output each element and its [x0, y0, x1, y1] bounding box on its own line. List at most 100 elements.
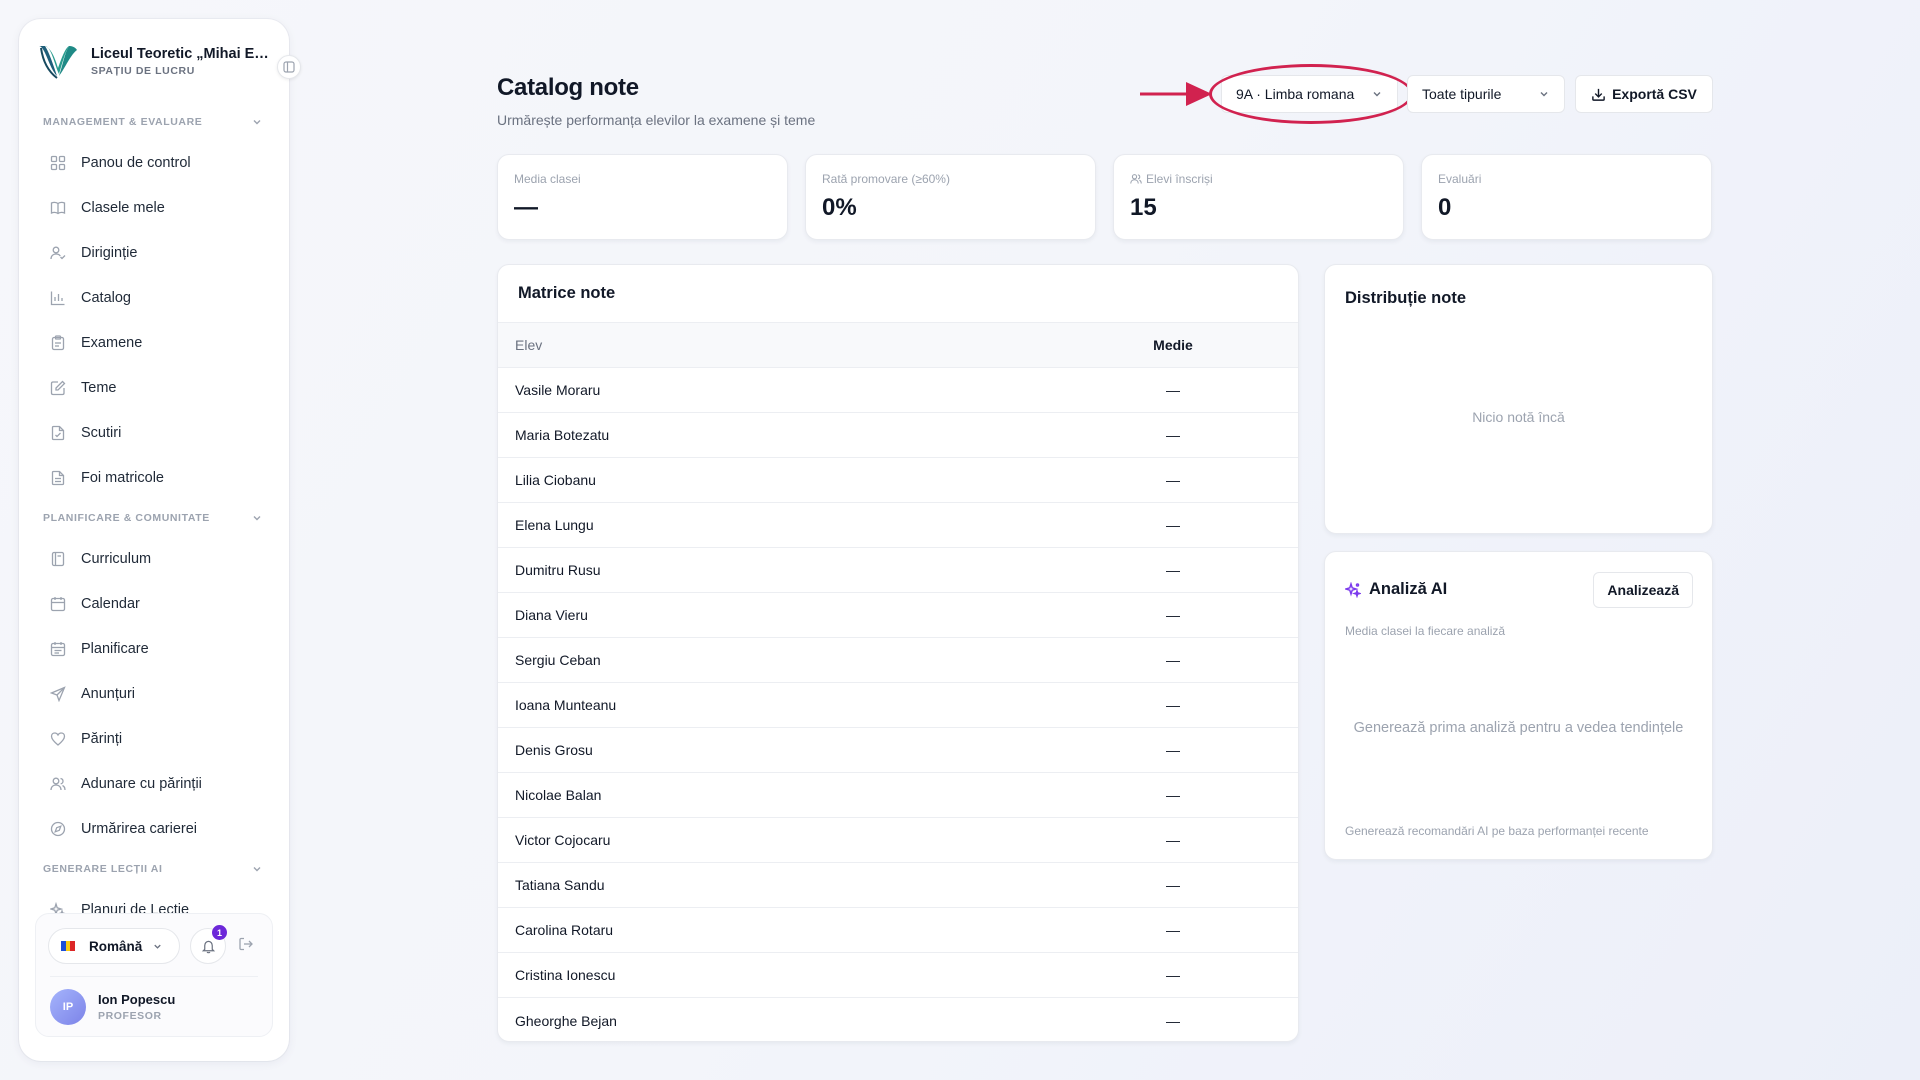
workspace-label: SPAȚIU DE LUCRU: [91, 64, 195, 77]
stat-label: Elevi înscriși: [1146, 172, 1213, 186]
student-average: —: [1166, 922, 1180, 938]
student-average: —: [1166, 472, 1180, 488]
student-name: Cristina Ionescu: [515, 967, 616, 983]
sidebar-item-clasele-mele[interactable]: Clasele mele: [19, 185, 289, 230]
calendar-plan-icon: [49, 640, 67, 658]
logout-button[interactable]: [238, 936, 258, 956]
annotation-highlight-ellipse: [1209, 64, 1413, 124]
user-name: Ion Popescu: [98, 991, 176, 1007]
student-name: Victor Cojocaru: [515, 832, 611, 848]
chevron-down-icon: [253, 867, 261, 872]
page-subtitle: Urmărește performanța elevilor la examen…: [497, 112, 816, 128]
table-row[interactable]: Diana Vieru —: [498, 593, 1298, 638]
school-logo-icon: [39, 46, 77, 79]
column-header-medie[interactable]: Medie: [1118, 337, 1228, 353]
notification-count-badge: 1: [212, 925, 227, 940]
table-row[interactable]: Vasile Moraru —: [498, 368, 1298, 413]
student-name: Tatiana Sandu: [515, 877, 605, 893]
student-average: —: [1166, 607, 1180, 623]
export-csv-button[interactable]: Exportă CSV: [1575, 75, 1713, 113]
sidebar-nav: MANAGEMENT & EVALUARE Panou de control C…: [19, 104, 289, 924]
grade-distribution-card: Distribuție note Nicio notă încă: [1324, 264, 1713, 534]
table-row[interactable]: Sergiu Ceban —: [498, 638, 1298, 683]
table-row[interactable]: Elena Lungu —: [498, 503, 1298, 548]
sidebar-item-curriculum[interactable]: Curriculum: [19, 536, 289, 581]
student-name: Carolina Rotaru: [515, 922, 614, 938]
assessment-type-select[interactable]: Toate tipurile: [1407, 75, 1565, 113]
ai-analysis-footer: Generează recomandări AI pe baza perform…: [1345, 824, 1649, 838]
sidebar-item-parinti[interactable]: Părinți: [19, 716, 289, 761]
table-row[interactable]: Tatiana Sandu —: [498, 863, 1298, 908]
student-average: —: [1166, 967, 1180, 983]
sidebar-item-dirigintie[interactable]: Diriginție: [19, 230, 289, 275]
user-role: PROFESOR: [98, 1009, 162, 1022]
student-average: —: [1166, 562, 1180, 578]
clipboard-icon: [49, 334, 67, 352]
assessment-type-label: Toate tipurile: [1422, 86, 1502, 102]
table-row[interactable]: Carolina Rotaru —: [498, 908, 1298, 953]
grade-matrix: Matrice note Elev Medie Vasile Moraru — Ma…: [497, 264, 1299, 1042]
distribution-title: Distribuție note: [1345, 289, 1467, 307]
student-name: Elena Lungu: [515, 517, 594, 533]
student-name: Nicolae Balan: [515, 787, 602, 803]
ai-analysis-empty-state: Generează prima analiză pentru a vedea t…: [1353, 720, 1684, 736]
table-row[interactable]: Maria Botezatu —: [498, 413, 1298, 458]
ai-analysis-title: Analiză AI: [1345, 580, 1447, 599]
stat-label: Media clasei: [514, 172, 581, 186]
sidebar-item-panou-de-control[interactable]: Panou de control: [19, 140, 289, 185]
ai-analysis-subtitle: Media clasei la fiecare analiză: [1345, 624, 1506, 638]
sidebar-item-teme[interactable]: Teme: [19, 365, 289, 410]
book-icon: [49, 199, 67, 217]
stat-card-rata-promovare: Rată promovare (≥60%) 0%: [805, 154, 1096, 240]
table-row[interactable]: Nicolae Balan —: [498, 773, 1298, 818]
student-average: —: [1166, 832, 1180, 848]
stat-value: —: [514, 194, 538, 221]
distribution-empty-state: Nicio notă încă: [1472, 409, 1565, 425]
column-header-elev[interactable]: Elev: [498, 337, 1118, 353]
student-average: —: [1166, 787, 1180, 803]
table-row[interactable]: Ioana Munteanu —: [498, 683, 1298, 728]
avatar: IP: [50, 988, 86, 1025]
table-row[interactable]: Lilia Ciobanu —: [498, 458, 1298, 503]
bar-chart-icon: [49, 289, 67, 307]
calendar-icon: [49, 595, 67, 613]
user-profile[interactable]: IP Ion Popescu PROFESOR: [50, 976, 258, 1028]
section-management[interactable]: MANAGEMENT & EVALUARE: [19, 104, 289, 140]
sidebar-item-catalog[interactable]: Catalog: [19, 275, 289, 320]
table-row[interactable]: Victor Cojocaru —: [498, 818, 1298, 863]
annotation-arrow-icon: [1140, 82, 1212, 106]
table-row[interactable]: Gheorghe Bejan —: [498, 998, 1298, 1041]
sidebar-item-adunare-cu-parintii[interactable]: Adunare cu părinții: [19, 761, 289, 806]
sidebar-item-planificare[interactable]: Planificare: [19, 626, 289, 671]
language-select[interactable]: Română: [48, 928, 180, 964]
student-average: —: [1166, 742, 1180, 758]
table-row[interactable]: Cristina Ionescu —: [498, 953, 1298, 998]
bell-icon: [201, 940, 215, 953]
stat-card-elevi-inscrisi: Elevi înscriși 15: [1113, 154, 1404, 240]
sidebar-item-foi-matricole[interactable]: Foi matricole: [19, 455, 289, 500]
sidebar-item-scutiri[interactable]: Scutiri: [19, 410, 289, 455]
stat-label: Rată promovare (≥60%): [822, 172, 950, 186]
sidebar-item-examene[interactable]: Examene: [19, 320, 289, 365]
sidebar-item-urmarirea-carierei[interactable]: Urmărirea carierei: [19, 806, 289, 851]
notifications-button[interactable]: 1: [190, 925, 227, 964]
table-row[interactable]: Denis Grosu —: [498, 728, 1298, 773]
section-generare-lectii[interactable]: GENERARE LECȚII AI: [19, 851, 289, 887]
sidebar-collapse-button[interactable]: [277, 55, 301, 79]
table-row[interactable]: Dumitru Rusu —: [498, 548, 1298, 593]
student-name: Vasile Moraru: [515, 382, 601, 398]
stat-card-media-clasei: Media clasei —: [497, 154, 788, 240]
sidebar-item-anunturi[interactable]: Anunțuri: [19, 671, 289, 716]
logout-icon: [239, 937, 253, 951]
panel-collapse-icon: [283, 61, 295, 73]
sparkles-icon: [1345, 581, 1361, 598]
sidebar-item-calendar[interactable]: Calendar: [19, 581, 289, 626]
analyze-button[interactable]: Analizează: [1593, 572, 1693, 608]
brand[interactable]: Liceul Teoretic „Mihai Emi... SPAȚIU DE …: [35, 37, 273, 85]
notebook-icon: [49, 550, 67, 568]
section-planificare[interactable]: PLANIFICARE & COMUNITATE: [19, 500, 289, 536]
chevron-down-icon: [253, 516, 261, 521]
chevron-down-icon: [1540, 92, 1548, 97]
student-average: —: [1166, 382, 1180, 398]
student-name: Maria Botezatu: [515, 427, 610, 443]
